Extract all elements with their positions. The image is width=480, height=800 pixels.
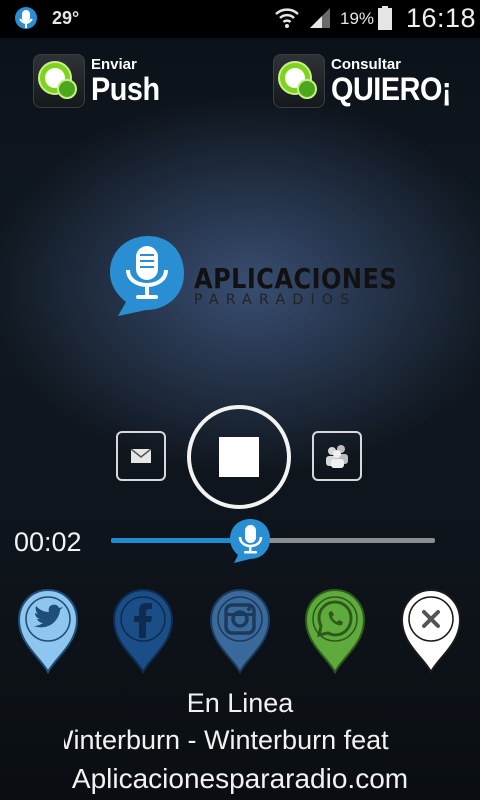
users-button[interactable] <box>312 431 362 481</box>
quiero-caption: Consultar <box>331 56 402 73</box>
mail-button[interactable] <box>116 431 166 481</box>
microphone-icon <box>110 236 184 316</box>
status-bar: 29° 19% 16:18 <box>0 0 480 38</box>
mail-icon <box>131 449 151 463</box>
close-icon[interactable] <box>400 588 462 674</box>
twitter-icon[interactable] <box>17 588 79 674</box>
now-playing-marquee: Winterburn - Winterburn feat <box>64 725 414 761</box>
instagram-icon[interactable] <box>209 588 271 674</box>
clock: 16:18 <box>406 3 477 33</box>
progress-thumb-microphone-icon[interactable] <box>226 517 274 565</box>
stream-status: En Linea <box>186 688 294 718</box>
facebook-icon[interactable] <box>112 588 174 674</box>
battery-percent: 19% <box>340 9 375 28</box>
battery-icon <box>378 6 392 30</box>
push-title: Push <box>91 71 160 107</box>
push-caption: Enviar <box>91 56 137 73</box>
website-link[interactable]: Aplicacionespararadio.com <box>0 763 480 795</box>
quiero-title: QUIERO¡ <box>331 71 452 107</box>
whatsapp-icon[interactable] <box>304 588 366 674</box>
temperature: 29° <box>52 8 80 28</box>
send-push-button[interactable]: Enviar Push <box>33 52 167 110</box>
wifi-icon <box>275 8 299 28</box>
chat-bubble-icon <box>273 54 325 108</box>
stop-icon <box>219 437 259 477</box>
consult-quiero-button[interactable]: Consultar QUIERO¡ <box>273 52 464 110</box>
stop-button[interactable] <box>187 405 291 509</box>
app-logo: APLICACIONES PARARADIOS <box>102 232 397 318</box>
elapsed-time: 00:02 <box>14 527 82 557</box>
logo-subtitle: PARARADIOS <box>194 292 357 308</box>
users-icon <box>326 445 348 468</box>
app-microphone-icon <box>15 7 37 29</box>
logo-title: APLICACIONES <box>194 262 398 295</box>
now-playing-text: Winterburn - Winterburn feat <box>64 725 389 755</box>
chat-bubble-icon <box>33 54 85 108</box>
signal-icon <box>310 8 330 28</box>
